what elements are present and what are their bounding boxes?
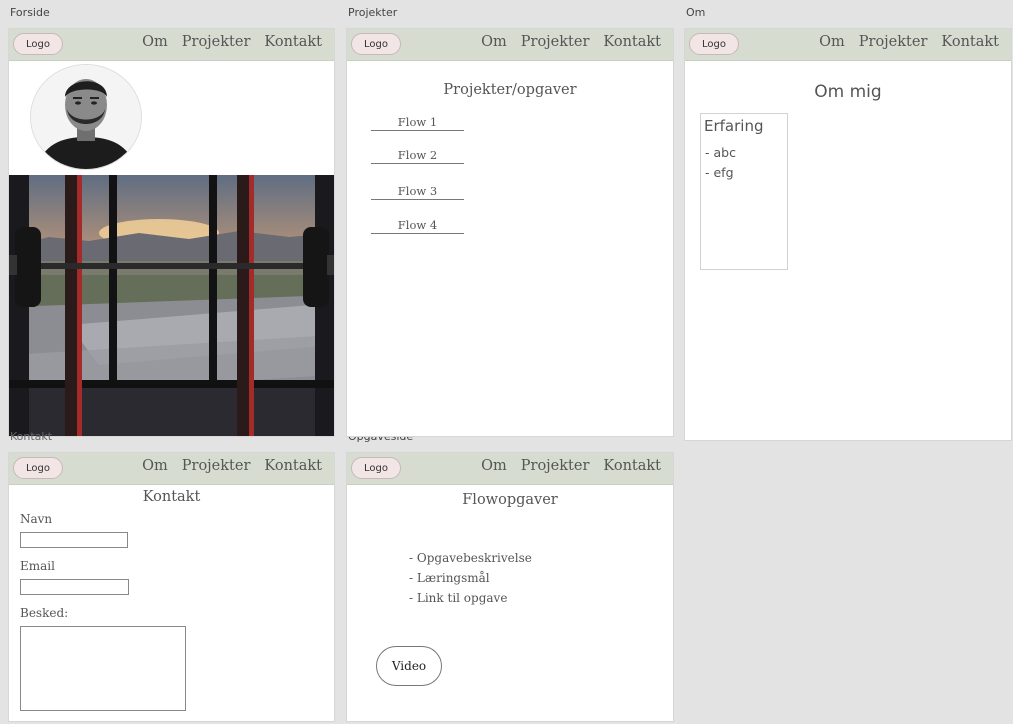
logo[interactable]: Logo xyxy=(689,33,739,55)
flow-link-4[interactable]: Flow 4 xyxy=(371,218,464,234)
navbar: Logo Om Projekter Kontakt xyxy=(9,29,334,61)
message-label: Besked: xyxy=(20,606,69,620)
navbar: Logo Om Projekter Kontakt xyxy=(347,453,673,485)
experience-title: Erfaring xyxy=(704,117,764,135)
artboard-forside: Logo Om Projekter Kontakt xyxy=(8,28,335,437)
profile-avatar xyxy=(30,64,142,170)
nav-item-om[interactable]: Om xyxy=(142,458,168,474)
logo[interactable]: Logo xyxy=(13,457,63,479)
logo[interactable]: Logo xyxy=(13,33,63,55)
flow-link-3[interactable]: Flow 3 xyxy=(371,184,464,200)
gym-window-image xyxy=(9,175,334,436)
artboard-opgaveside: Logo Om Projekter Kontakt Flowopgaver - … xyxy=(346,452,674,722)
nav-item-projekter[interactable]: Projekter xyxy=(182,34,251,50)
artboard-label-om: Om xyxy=(686,6,706,19)
experience-item: - efg xyxy=(705,165,734,180)
page-title: Projekter/opgaver xyxy=(443,82,577,98)
nav-item-kontakt[interactable]: Kontakt xyxy=(941,34,999,50)
page-title: Kontakt xyxy=(142,489,201,505)
nav-item-projekter[interactable]: Projekter xyxy=(521,34,590,50)
profile-photo-image xyxy=(31,65,141,169)
email-label: Email xyxy=(20,559,55,573)
name-input[interactable] xyxy=(20,532,128,548)
task-link[interactable]: - Link til opgave xyxy=(409,591,507,605)
nav-item-om[interactable]: Om xyxy=(819,34,845,50)
navbar: Logo Om Projekter Kontakt xyxy=(685,29,1011,61)
flow-link-1[interactable]: Flow 1 xyxy=(371,115,464,131)
navbar: Logo Om Projekter Kontakt xyxy=(347,29,673,61)
nav-links: Om Projekter Kontakt xyxy=(481,458,661,474)
artboard-projekter: Logo Om Projekter Kontakt Projekter/opga… xyxy=(346,28,674,437)
nav-item-kontakt[interactable]: Kontakt xyxy=(264,458,322,474)
artboard-label-kontakt: Kontakt xyxy=(10,430,53,443)
experience-item: - abc xyxy=(705,145,736,160)
nav-links: Om Projekter Kontakt xyxy=(142,34,322,50)
nav-item-kontakt[interactable]: Kontakt xyxy=(603,458,661,474)
artboard-label-forside: Forside xyxy=(10,6,50,19)
nav-item-kontakt[interactable]: Kontakt xyxy=(603,34,661,50)
page-title: Flowopgaver xyxy=(462,492,558,508)
gym-window-photo xyxy=(9,175,334,436)
experience-box: Erfaring - abc - efg xyxy=(700,113,788,270)
artboard-kontakt: Logo Om Projekter Kontakt Kontakt Navn E… xyxy=(8,452,335,722)
nav-links: Om Projekter Kontakt xyxy=(481,34,661,50)
nav-links: Om Projekter Kontakt xyxy=(142,458,322,474)
nav-links: Om Projekter Kontakt xyxy=(819,34,999,50)
nav-item-om[interactable]: Om xyxy=(481,34,507,50)
nav-item-projekter[interactable]: Projekter xyxy=(182,458,251,474)
flow-link-2[interactable]: Flow 2 xyxy=(371,148,464,164)
email-input[interactable] xyxy=(20,579,129,595)
navbar: Logo Om Projekter Kontakt xyxy=(9,453,334,485)
message-textarea[interactable] xyxy=(20,626,186,711)
artboard-om: Logo Om Projekter Kontakt Om mig Erfarin… xyxy=(684,28,1012,441)
nav-item-om[interactable]: Om xyxy=(142,34,168,50)
task-item: - Læringsmål xyxy=(409,571,490,585)
video-button[interactable]: Video xyxy=(376,646,442,686)
nav-item-kontakt[interactable]: Kontakt xyxy=(264,34,322,50)
logo[interactable]: Logo xyxy=(351,33,401,55)
name-label: Navn xyxy=(20,512,53,526)
nav-item-om[interactable]: Om xyxy=(481,458,507,474)
task-item: - Opgavebeskrivelse xyxy=(409,551,532,565)
nav-item-projekter[interactable]: Projekter xyxy=(859,34,928,50)
artboard-label-projekter: Projekter xyxy=(348,6,398,19)
logo[interactable]: Logo xyxy=(351,457,401,479)
page-title: Om mig xyxy=(814,82,882,102)
nav-item-projekter[interactable]: Projekter xyxy=(521,458,590,474)
